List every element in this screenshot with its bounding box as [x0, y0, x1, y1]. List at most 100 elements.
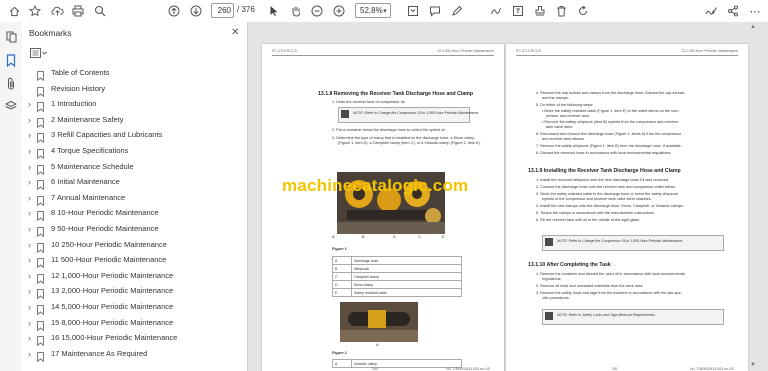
- chevron-right-icon[interactable]: ›: [28, 115, 31, 125]
- close-icon[interactable]: ✕: [231, 27, 239, 38]
- bookmark-label: 16 15,000-Hour Periodic Maintenance: [51, 333, 178, 343]
- bookmark-label: Table of Contents: [51, 68, 110, 77]
- bookmark-item[interactable]: Revision History: [22, 82, 247, 97]
- bookmark-item[interactable]: › 1 Introduction: [22, 97, 247, 113]
- header-rule: [272, 55, 494, 56]
- hand-tool-icon[interactable]: [288, 3, 304, 19]
- highlight-pen-icon[interactable]: [449, 3, 465, 19]
- chevron-right-icon[interactable]: ›: [28, 162, 31, 172]
- chevron-right-icon[interactable]: ›: [28, 349, 31, 359]
- page-up-icon[interactable]: [166, 3, 182, 19]
- bookmark-item[interactable]: › 11 500-Hour Periodic Maintenance: [22, 253, 247, 269]
- legend-key: A: [332, 359, 352, 368]
- rotate-icon[interactable]: [575, 3, 591, 19]
- chevron-right-icon[interactable]: ›: [28, 99, 31, 109]
- chevron-right-icon[interactable]: ›: [28, 193, 31, 203]
- sign-icon[interactable]: [703, 3, 719, 19]
- chevron-right-icon[interactable]: ›: [28, 255, 31, 265]
- chevron-right-icon[interactable]: ›: [28, 146, 31, 156]
- select-cursor-icon[interactable]: [266, 3, 282, 19]
- page-down-icon[interactable]: [188, 3, 204, 19]
- zoom-out-icon[interactable]: [309, 3, 325, 19]
- zoom-in-icon[interactable]: [331, 3, 347, 19]
- step-text: 4. Remove the cap screws and clamps from…: [536, 91, 685, 95]
- bookmark-item[interactable]: › 10 250-Hour Periodic Maintenance: [22, 238, 247, 253]
- chevron-right-icon[interactable]: ›: [28, 286, 31, 296]
- document-viewer[interactable]: PC-2710 RC2.5 13.2.000-Hour Periodic Mai…: [248, 22, 768, 371]
- chevron-right-icon[interactable]: ›: [28, 224, 31, 234]
- bookmarks-title: Bookmarks: [29, 28, 72, 38]
- legend-value: Victaulic clamp: [351, 359, 462, 368]
- bookmark-icon: [37, 286, 44, 300]
- bookmark-icon: [37, 208, 44, 222]
- chevron-right-icon[interactable]: ›: [28, 177, 31, 187]
- more-options-icon[interactable]: ⋯: [748, 3, 762, 19]
- chevron-right-icon[interactable]: ›: [28, 130, 31, 140]
- bookmark-label: 14 5,000-Hour Periodic Maintenance: [51, 302, 174, 311]
- comment-icon[interactable]: [427, 3, 443, 19]
- page-number-input[interactable]: 260: [211, 3, 234, 18]
- page-thumbnails-icon[interactable]: [4, 30, 18, 44]
- legend-value: Campbell clamp: [351, 272, 462, 281]
- bookmark-item[interactable]: › 3 Refill Capacities and Lubricants: [22, 128, 247, 144]
- chevron-right-icon[interactable]: ›: [28, 318, 31, 328]
- bookmark-item[interactable]: › 5 Maintenance Schedule: [22, 160, 247, 175]
- navigation-rail: [0, 22, 23, 371]
- stamp-icon[interactable]: [532, 3, 548, 19]
- chevron-right-icon[interactable]: ›: [28, 208, 31, 218]
- attachments-icon[interactable]: [4, 76, 18, 90]
- bookmark-item[interactable]: › 8 10-Hour Periodic Maintenance: [22, 206, 247, 222]
- bookmark-item[interactable]: › 16 15,000-Hour Periodic Maintenance: [22, 331, 247, 347]
- cloud-upload-icon[interactable]: [49, 3, 65, 19]
- bookmarks-panel-icon[interactable]: [4, 53, 18, 67]
- figure-callout-b: B: [362, 235, 365, 239]
- bookmark-item[interactable]: › 9 50-Hour Periodic Maintenance: [22, 222, 247, 238]
- bookmark-item[interactable]: › 7 Annual Maintenance: [22, 191, 247, 207]
- step-text: 7. Remove the safety whipsock (Figure 1,…: [536, 144, 682, 148]
- bookmark-item[interactable]: › 4 Torque Specifications: [22, 144, 247, 160]
- step-text: 6. Disconnect and remove the discharge h…: [536, 132, 682, 136]
- bookmark-star-icon[interactable]: [27, 3, 43, 19]
- draw-icon[interactable]: [488, 3, 504, 19]
- text-edit-icon[interactable]: [510, 3, 526, 19]
- bookmark-item[interactable]: › 13 2,000-Hour Periodic Maintenance: [22, 284, 247, 300]
- step-text: 1. Remove the container and discard the …: [536, 272, 685, 276]
- header-right: 13.2.000-Hour Periodic Maintenance: [680, 49, 738, 53]
- figure2-photo: [340, 302, 418, 342]
- note-text: NOTE: Refer to Change the Compressor Oil…: [557, 239, 684, 243]
- step-text: • Move the safety restraint cable (Figur…: [542, 109, 680, 113]
- chevron-down-icon[interactable]: ▾: [381, 3, 389, 19]
- page-260: PC-2710 RC2.5 13.2.000-Hour Periodic Mai…: [262, 44, 504, 371]
- step-text: cific procedures.: [542, 296, 570, 300]
- step-text: 3. Move the safety restraint cable to th…: [536, 192, 679, 196]
- legend-row: B Whipsock: [332, 264, 462, 273]
- step-text: 3. Remove the safety locks and tags from…: [536, 291, 683, 295]
- chevron-right-icon[interactable]: ›: [28, 240, 31, 250]
- step-text: pressor and receiver tank.: [546, 114, 590, 118]
- search-icon[interactable]: [92, 3, 108, 19]
- chevron-right-icon[interactable]: ›: [28, 333, 31, 343]
- chevron-right-icon[interactable]: ›: [28, 302, 31, 312]
- bookmark-item[interactable]: › 12 1,000-Hour Periodic Maintenance: [22, 269, 247, 285]
- bookmark-item[interactable]: Table of Contents: [22, 66, 247, 82]
- print-icon[interactable]: [70, 3, 86, 19]
- fit-page-icon[interactable]: [405, 3, 421, 19]
- share-icon[interactable]: [725, 3, 741, 19]
- bookmarks-panel: Bookmarks ✕ Table of Contents Revision Hi…: [22, 22, 259, 371]
- bookmark-item[interactable]: › 15 8,000-Hour Periodic Maintenance: [22, 316, 247, 331]
- bookmark-item[interactable]: › 6 Initial Maintenance: [22, 175, 247, 191]
- scroll-down-arrow[interactable]: ▼: [750, 362, 758, 368]
- bookmark-item[interactable]: › 14 5,000-Hour Periodic Maintenance: [22, 300, 247, 316]
- scroll-up-arrow[interactable]: ▲: [750, 24, 758, 30]
- bookmark-item[interactable]: › 2 Maintenance Safety: [22, 113, 247, 129]
- bookmark-icon: [37, 240, 44, 253]
- trash-icon[interactable]: [553, 3, 569, 19]
- bookmark-options-button[interactable]: [30, 47, 48, 58]
- note-text: NOTE: Refer to Change the Compressor Oil…: [353, 111, 480, 115]
- watermark-text: machinecatalogic.com: [282, 176, 469, 195]
- chevron-right-icon[interactable]: ›: [28, 271, 31, 281]
- home-icon[interactable]: [6, 3, 22, 19]
- bookmark-item[interactable]: › 17 Maintenance As Required: [22, 347, 247, 363]
- layers-icon[interactable]: [4, 99, 18, 113]
- legend-key: E: [332, 288, 352, 297]
